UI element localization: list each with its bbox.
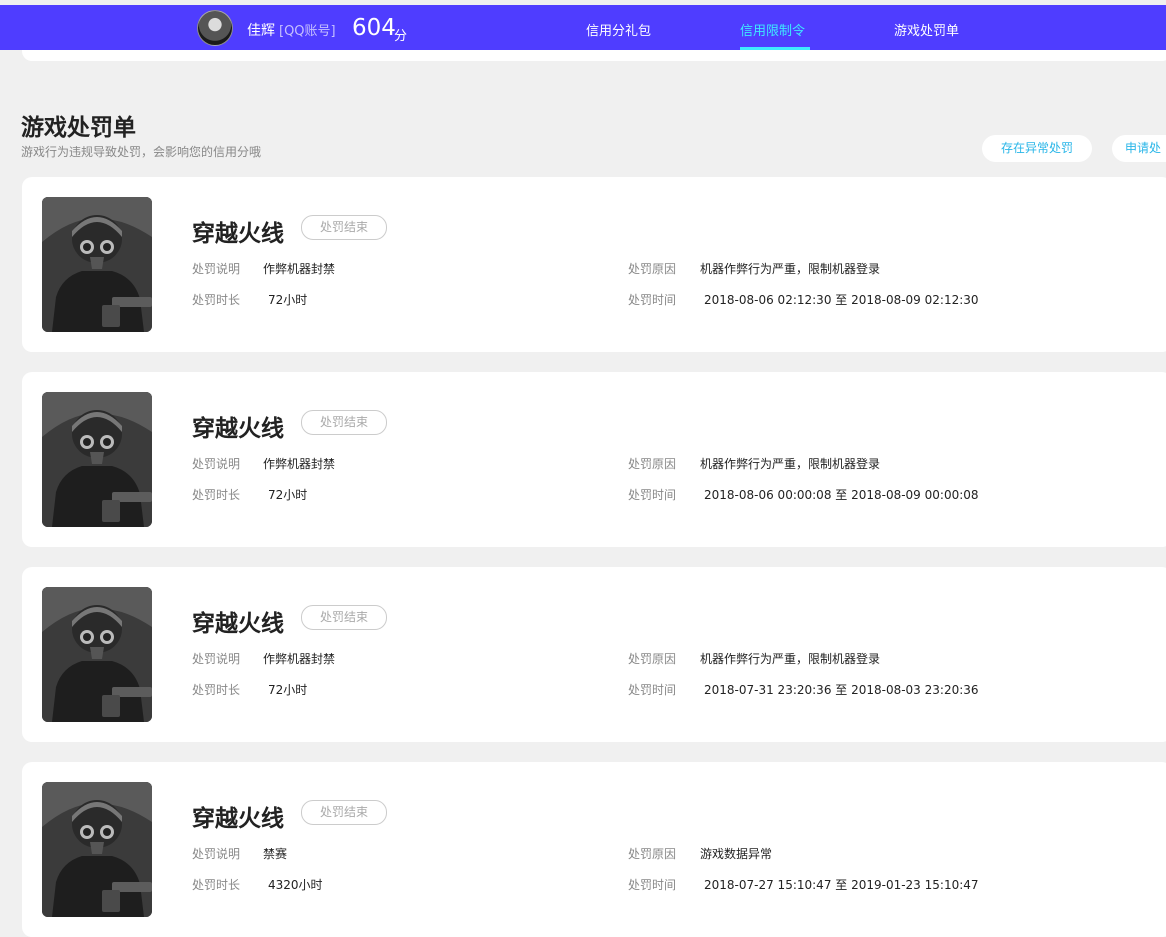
credit-score: 604 — [352, 15, 396, 41]
description-label: 处罚说明 — [192, 457, 241, 471]
duration-label: 处罚时长 — [192, 683, 241, 697]
avatar[interactable] — [197, 10, 233, 46]
duration-value: 72小时 — [268, 293, 308, 307]
duration-label: 处罚时长 — [192, 488, 241, 502]
status-badge: 处罚结束 — [301, 800, 387, 825]
reason-label: 处罚原因 — [628, 457, 677, 471]
description-value: 作弊机器封禁 — [263, 262, 336, 276]
time-label: 处罚时间 — [628, 488, 677, 502]
reason-label: 处罚原因 — [628, 847, 677, 861]
reason-value: 机器作弊行为严重，限制机器登录 — [700, 457, 881, 471]
appeal-penalty-button[interactable]: 申请处 — [1112, 135, 1166, 162]
game-name: 穿越火线 — [192, 416, 284, 442]
status-badge: 处罚结束 — [301, 605, 387, 630]
reason-value: 机器作弊行为严重，限制机器登录 — [700, 262, 881, 276]
description-value: 作弊机器封禁 — [263, 652, 336, 666]
reason-label: 处罚原因 — [628, 262, 677, 276]
nav-credit-gift[interactable]: 信用分礼包 — [586, 20, 651, 39]
game-thumbnail — [42, 392, 152, 527]
reason-value: 机器作弊行为严重，限制机器登录 — [700, 652, 881, 666]
nav-game-penalty[interactable]: 游戏处罚单 — [894, 20, 959, 39]
time-label: 处罚时间 — [628, 878, 677, 892]
reason-label: 处罚原因 — [628, 652, 677, 666]
description-label: 处罚说明 — [192, 652, 241, 666]
time-value: 2018-07-27 15:10:47 至 2019-01-23 15:10:4… — [704, 878, 979, 892]
description-value: 禁赛 — [263, 847, 288, 861]
description-value: 作弊机器封禁 — [263, 457, 336, 471]
reason-value: 游戏数据异常 — [700, 847, 773, 861]
section-title: 游戏处罚单 — [21, 115, 136, 141]
game-name: 穿越火线 — [192, 221, 284, 247]
status-badge: 处罚结束 — [301, 215, 387, 240]
description-label: 处罚说明 — [192, 847, 241, 861]
penalty-card: 穿越火线 处罚结束 处罚说明 作弊机器封禁 处罚时长 72小时 处罚原因 机器作… — [22, 177, 1166, 352]
duration-value: 4320小时 — [268, 878, 323, 892]
penalty-card: 穿越火线 处罚结束 处罚说明 作弊机器封禁 处罚时长 72小时 处罚原因 机器作… — [22, 372, 1166, 547]
game-thumbnail — [42, 587, 152, 722]
time-label: 处罚时间 — [628, 293, 677, 307]
abnormal-penalty-button[interactable]: 存在异常处罚 — [982, 135, 1092, 162]
duration-value: 72小时 — [268, 683, 308, 697]
duration-label: 处罚时长 — [192, 878, 241, 892]
game-name: 穿越火线 — [192, 806, 284, 832]
username: 佳辉 — [247, 23, 275, 39]
nav-credit-restriction[interactable]: 信用限制令 — [740, 20, 805, 39]
game-thumbnail — [42, 782, 152, 917]
top-nav-bar: 佳辉 [QQ账号] 604 分 信用分礼包 信用限制令 游戏处罚单 — [0, 5, 1166, 50]
account-type: [QQ账号] — [279, 24, 336, 39]
description-label: 处罚说明 — [192, 262, 241, 276]
game-thumbnail — [42, 197, 152, 332]
time-value: 2018-07-31 23:20:36 至 2018-08-03 23:20:3… — [704, 683, 979, 697]
game-name: 穿越火线 — [192, 611, 284, 637]
section-description: 游戏行为违规导致处罚，会影响您的信用分哦 — [21, 145, 262, 159]
penalty-card: 穿越火线 处罚结束 处罚说明 作弊机器封禁 处罚时长 72小时 处罚原因 机器作… — [22, 567, 1166, 742]
time-value: 2018-08-06 02:12:30 至 2018-08-09 02:12:3… — [704, 293, 979, 307]
duration-label: 处罚时长 — [192, 293, 241, 307]
status-badge: 处罚结束 — [301, 410, 387, 435]
time-value: 2018-08-06 00:00:08 至 2018-08-09 00:00:0… — [704, 488, 979, 502]
time-label: 处罚时间 — [628, 683, 677, 697]
duration-value: 72小时 — [268, 488, 308, 502]
penalty-card: 穿越火线 处罚结束 处罚说明 禁赛 处罚时长 4320小时 处罚原因 游戏数据异… — [22, 762, 1166, 937]
previous-card-edge — [22, 50, 1166, 61]
credit-score-unit: 分 — [394, 29, 408, 44]
